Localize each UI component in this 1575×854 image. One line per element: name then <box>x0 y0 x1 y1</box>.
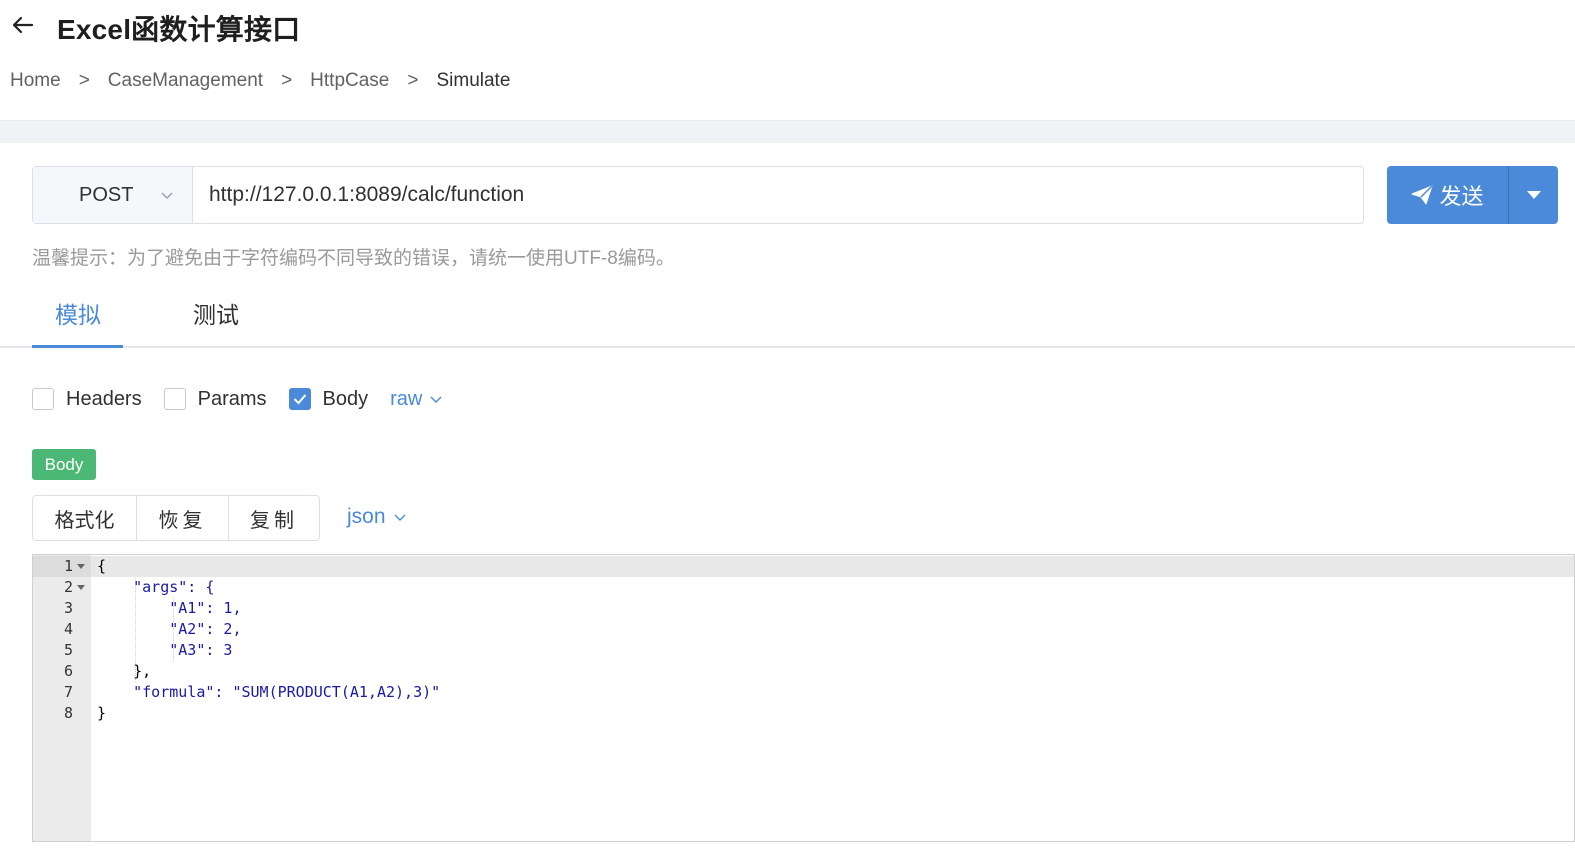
breadcrumb-separator: > <box>78 70 90 91</box>
editor-line: 4 "A2": 2, <box>33 619 1574 640</box>
code-text: "A2": 2, <box>97 620 242 638</box>
code-text: "args": { <box>97 578 215 596</box>
editor-line: 7 "formula": "SUM(PRODUCT(A1,A2),3)" <box>33 682 1574 703</box>
breadcrumb-home[interactable]: Home <box>10 70 61 92</box>
editor-line: 6 }, <box>33 661 1574 682</box>
tab-test[interactable]: 测试 <box>193 296 239 330</box>
send-button-label: 发送 <box>1439 184 1484 209</box>
editor-toolbar: 格式化 恢复 复制 <box>32 495 320 541</box>
breadcrumb-simulate: Simulate <box>436 70 511 91</box>
body-checkbox[interactable] <box>288 388 311 410</box>
headers-checkbox[interactable] <box>32 388 54 410</box>
tab-bar: 模拟 测试 <box>0 282 1575 348</box>
code-text: "A1": 1, <box>97 599 242 617</box>
body-type-value: raw <box>390 387 423 410</box>
method-select[interactable]: POST <box>33 167 193 223</box>
caret-down-icon <box>1526 191 1541 199</box>
send-button[interactable]: 发送 <box>1387 166 1509 224</box>
editor-line: 2 "args": { <box>33 577 1574 598</box>
breadcrumb-separator: > <box>407 70 419 91</box>
body-type-select[interactable]: raw <box>390 388 442 411</box>
format-button[interactable]: 格式化 <box>33 496 137 540</box>
back-arrow-icon[interactable] <box>8 10 38 40</box>
line-number: 4 <box>63 620 73 638</box>
paper-plane-icon <box>1411 185 1434 205</box>
tab-simulate[interactable]: 模拟 <box>55 296 101 330</box>
request-bar: POST <box>32 166 1364 224</box>
check-icon <box>293 394 306 405</box>
code-text: { <box>97 557 107 575</box>
page-header: Excel函数计算接口 Home > CaseManagement > Http… <box>0 0 1575 120</box>
language-select[interactable]: json <box>347 505 406 529</box>
method-value: POST <box>79 183 134 206</box>
chevron-down-icon <box>430 396 442 403</box>
params-label: Params <box>197 387 267 410</box>
request-options: Headers Params Body raw <box>32 385 442 413</box>
line-number: 6 <box>63 662 73 680</box>
copy-button[interactable]: 复制 <box>229 496 319 540</box>
code-text: } <box>97 704 107 722</box>
code-text: "A3": 3 <box>97 641 233 659</box>
code-editor[interactable]: 1 { 2 "args": { 3 "A1": 1, 4 "A2": 2, 5 … <box>32 554 1575 842</box>
line-number: 2 <box>63 578 73 596</box>
encoding-tip: 温馨提示：为了避免由于字符编码不同导致的错误，请统一使用UTF-8编码。 <box>32 248 675 269</box>
body-label: Body <box>322 387 369 410</box>
editor-line: 3 "A1": 1, <box>33 598 1574 619</box>
headers-label: Headers <box>66 387 142 410</box>
breadcrumb-case-management[interactable]: CaseManagement <box>108 70 263 92</box>
line-number: 5 <box>63 641 73 659</box>
params-checkbox[interactable] <box>163 388 186 410</box>
tab-active-indicator <box>32 345 123 348</box>
code-text: "formula": "SUM(PRODUCT(A1,A2),3)" <box>97 683 441 701</box>
page-title: Excel函数计算接口 <box>57 14 301 45</box>
breadcrumb: Home > CaseManagement > HttpCase > Simul… <box>10 70 510 92</box>
language-value: json <box>347 505 386 528</box>
chevron-down-icon <box>161 192 173 199</box>
line-number: 7 <box>63 683 73 701</box>
chevron-down-icon <box>394 514 406 521</box>
body-tag: Body <box>32 449 96 480</box>
send-dropdown-button[interactable] <box>1509 166 1558 224</box>
editor-line: 8 } <box>33 703 1574 724</box>
restore-button[interactable]: 恢复 <box>137 496 229 540</box>
fold-arrow-icon[interactable] <box>77 585 85 590</box>
line-number: 1 <box>63 557 73 575</box>
editor-line: 5 "A3": 3 <box>33 640 1574 661</box>
line-number: 8 <box>63 704 73 722</box>
editor-line: 1 { <box>33 556 1574 577</box>
line-number: 3 <box>63 599 73 617</box>
breadcrumb-separator: > <box>281 70 293 91</box>
url-input[interactable] <box>193 167 1363 223</box>
send-button-group: 发送 <box>1387 166 1558 224</box>
breadcrumb-http-case[interactable]: HttpCase <box>310 70 389 92</box>
fold-arrow-icon[interactable] <box>77 564 85 569</box>
code-text: }, <box>97 662 152 680</box>
header-divider-band <box>0 120 1575 143</box>
